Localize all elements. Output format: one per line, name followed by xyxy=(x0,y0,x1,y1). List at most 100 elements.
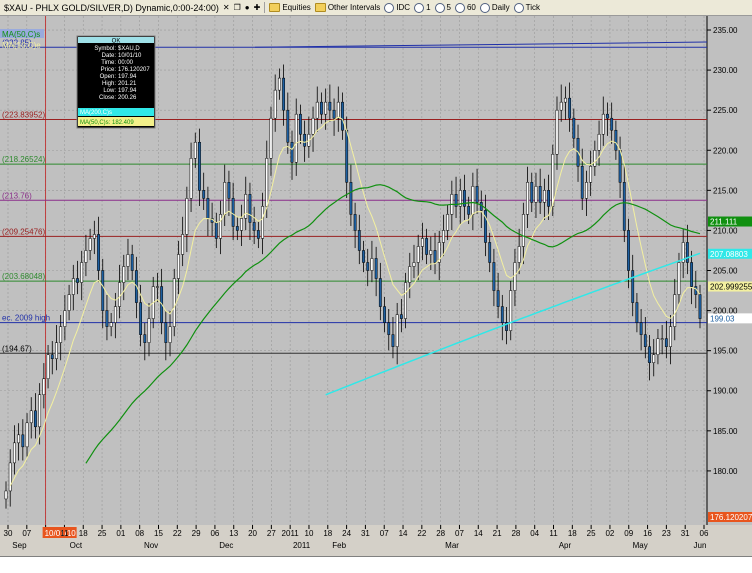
candle-body xyxy=(408,266,412,283)
candle-body xyxy=(299,113,302,135)
candle-body xyxy=(416,246,420,263)
x-tick-label: 25 xyxy=(587,529,596,538)
data-window-key: Date: xyxy=(102,53,117,59)
x-tick-label: 02 xyxy=(605,529,614,538)
candle-body xyxy=(517,246,521,263)
x-tick-label: 04 xyxy=(530,529,539,538)
interval-tick-label: Tick xyxy=(525,3,541,12)
chart-menu-pin-icon[interactable]: ● xyxy=(245,3,250,12)
candle-body xyxy=(84,250,88,263)
y-tick-label: 225.00 xyxy=(713,106,738,115)
candle-body xyxy=(214,222,218,239)
intervals-menu[interactable]: Other Intervals xyxy=(314,3,380,12)
candle-body xyxy=(101,270,105,311)
candle-body xyxy=(555,109,559,155)
interval-tick-button[interactable]: Tick xyxy=(513,2,541,13)
candle-body xyxy=(202,190,206,199)
candle-body xyxy=(122,266,126,283)
data-window: OKSymbol: $XAU,DDate: 10/01/10Time: 00:00Pr… xyxy=(76,35,156,129)
data-window-value: 10/01/10 xyxy=(118,53,142,59)
x-tick-label: 18 xyxy=(79,529,88,538)
data-window-value: 197.94 xyxy=(118,88,137,94)
candle-body xyxy=(526,182,529,215)
x-month-label: Sep xyxy=(12,541,27,550)
interval-idc-button[interactable]: IDC xyxy=(384,2,410,13)
candle-body xyxy=(383,306,386,323)
data-window-ma200-label: MA(200,C)s xyxy=(80,110,112,116)
candle-body xyxy=(593,150,597,167)
x-month-label: Oct xyxy=(70,541,83,550)
x-tick-label: 06 xyxy=(210,529,219,538)
chart-menu-close-icon[interactable]: ✕ xyxy=(223,3,230,12)
candle-body xyxy=(177,254,180,279)
candle-body xyxy=(551,154,555,207)
x-tick-label: 22 xyxy=(417,529,426,538)
x-tick-label: 31 xyxy=(361,529,370,538)
candle-body xyxy=(446,214,450,231)
candle-body xyxy=(290,141,294,163)
candle-body xyxy=(34,410,37,428)
x-tick-label: 31 xyxy=(681,529,690,538)
candle-body xyxy=(42,378,46,395)
candle-body xyxy=(467,206,471,215)
interval-daily-button[interactable]: Daily xyxy=(479,2,510,13)
x-tick-label: 14 xyxy=(399,529,408,538)
x-tick-label: 07 xyxy=(380,529,389,538)
x-tick-label: 30 xyxy=(4,529,13,538)
data-window-value: 200.26 xyxy=(118,95,137,101)
candle-body xyxy=(580,166,584,199)
equities-menu[interactable]: Equities xyxy=(269,3,311,12)
data-window-value: 176.120207 xyxy=(118,67,150,73)
series-label: MA(50,C)s xyxy=(2,30,40,39)
x-tick-label: 28 xyxy=(511,529,520,538)
candle-body xyxy=(669,326,672,347)
interval-5-label: 5 xyxy=(446,3,451,12)
candle-body xyxy=(172,278,176,327)
data-window-value: 197.94 xyxy=(118,74,137,80)
candle-body xyxy=(643,334,647,347)
x-tick-label: 11 xyxy=(60,529,69,538)
candle-body xyxy=(374,258,378,279)
candle-body xyxy=(109,322,113,327)
data-window-header-label: OK xyxy=(112,39,121,45)
candle-body xyxy=(320,101,323,115)
x-tick-label: 06 xyxy=(700,529,709,538)
interval-5-button[interactable]: 5 xyxy=(434,2,451,13)
right-value-label: 176.120207 xyxy=(710,513,752,522)
y-tick-label: 235.00 xyxy=(713,26,738,35)
interval-60-button[interactable]: 60 xyxy=(454,2,476,13)
y-tick-label: 185.00 xyxy=(713,427,738,436)
candle-body xyxy=(618,150,622,183)
candle-body xyxy=(105,310,109,327)
candle-body xyxy=(341,101,344,131)
right-value-label: 202.999255 xyxy=(710,283,752,292)
candle-body xyxy=(71,278,75,295)
x-tick-label: 22 xyxy=(173,529,182,538)
candle-body xyxy=(610,117,614,131)
candle-body xyxy=(92,234,96,239)
candle-body xyxy=(8,462,12,492)
chart-menu-restore-icon[interactable]: ❐ xyxy=(234,3,241,12)
candle-body xyxy=(648,346,651,363)
x-tick-label: 21 xyxy=(493,529,502,538)
crosshair-icon[interactable]: ✚ xyxy=(254,3,261,12)
candle-body xyxy=(282,77,286,111)
x-tick-label: 28 xyxy=(436,529,445,538)
candle-body xyxy=(656,338,660,355)
candle-body xyxy=(488,242,492,263)
candle-body xyxy=(164,322,168,343)
interval-1-label: 1 xyxy=(426,3,431,12)
x-tick-label: 11 xyxy=(549,529,558,538)
candle-body xyxy=(303,133,307,147)
interval-1-button[interactable]: 1 xyxy=(414,2,431,13)
x-month-label: Dec xyxy=(219,541,233,550)
x-month-label: Feb xyxy=(332,541,346,550)
price-chart[interactable]: 180.00185.00190.00195.00200.00205.00210.… xyxy=(0,16,752,556)
separator xyxy=(264,2,266,13)
candle-body xyxy=(193,141,197,159)
chart-area[interactable]: 180.00 185.00 190.00 195.00 200.00 205.00 210.… xyxy=(0,16,752,556)
candle-body xyxy=(572,117,576,139)
candle-body xyxy=(530,182,534,203)
candle-body xyxy=(563,97,567,103)
x-tick-label: 08 xyxy=(135,529,144,538)
